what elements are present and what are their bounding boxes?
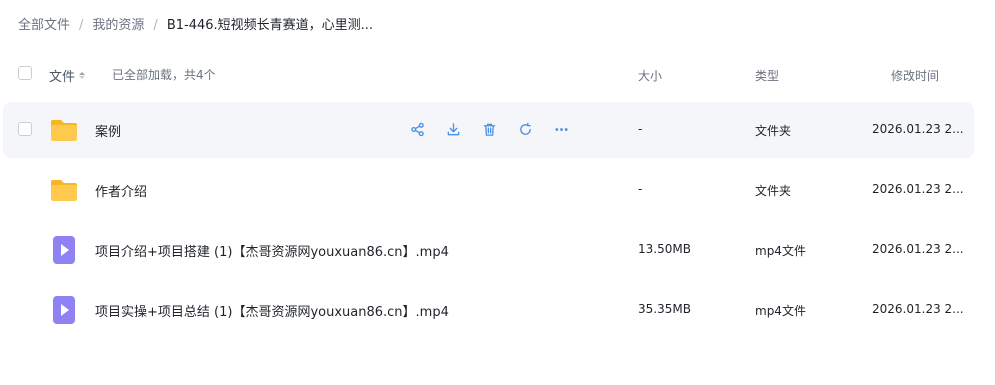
size-column-header: 大小 — [638, 69, 663, 83]
sort-by-name-button[interactable]: 文件 — [49, 66, 86, 85]
file-row-folder-author-intro[interactable]: 作者介绍 - 文件夹 2026.01.23 2... — [3, 162, 974, 218]
file-row-video-1[interactable]: 项目介绍+项目搭建 (1)【杰哥资源网youxuan86.cn】.mp4 13.… — [3, 222, 974, 278]
file-name[interactable]: 案例 — [95, 121, 121, 140]
breadcrumb-current-folder: B1-446.短视频长青赛道，心里测... — [166, 18, 374, 33]
breadcrumb-my-resources[interactable]: 我的资源 — [92, 17, 144, 35]
row-actions — [408, 120, 571, 139]
download-icon[interactable] — [444, 120, 463, 139]
video-file-icon — [48, 234, 80, 266]
trash-icon[interactable] — [480, 120, 499, 139]
file-row-video-2[interactable]: 项目实操+项目总结 (1)【杰哥资源网youxuan86.cn】.mp4 35.… — [3, 282, 974, 338]
modified-time: 2026.01.23 2... — [872, 242, 964, 256]
row-checkbox[interactable] — [18, 122, 32, 136]
file-name[interactable]: 项目实操+项目总结 (1)【杰哥资源网youxuan86.cn】.mp4 — [95, 301, 449, 320]
loaded-count-text: 已全部加载，共4个 — [112, 68, 216, 82]
share-icon[interactable] — [408, 120, 427, 139]
breadcrumb-separator: / — [153, 18, 158, 33]
type-column-header: 类型 — [755, 69, 780, 83]
file-row-folder-examples[interactable]: 案例 - 文件夹 2026.01.23 2... — [3, 102, 974, 158]
modified-time-column-header[interactable]: 修改时间 — [891, 67, 939, 84]
modified-time: 2026.01.23 2... — [872, 122, 964, 136]
breadcrumb-all-files[interactable]: 全部文件 — [18, 17, 70, 35]
modified-time: 2026.01.23 2... — [872, 302, 964, 316]
refresh-icon[interactable] — [516, 120, 535, 139]
file-size: 13.50MB — [638, 242, 691, 256]
file-type: 文件夹 — [755, 184, 792, 198]
file-size: - — [638, 182, 643, 196]
modified-time: 2026.01.23 2... — [872, 182, 964, 196]
file-type: mp4文件 — [755, 244, 806, 258]
video-file-icon — [48, 294, 80, 326]
file-size: - — [638, 122, 643, 136]
sort-arrows-icon — [79, 72, 86, 79]
folder-icon — [48, 174, 80, 206]
file-list-header: 文件 已全部加载，共4个 大小 类型 修改时间 — [0, 56, 995, 92]
more-icon[interactable] — [552, 120, 571, 139]
file-column-label: 文件 — [49, 70, 76, 85]
file-name[interactable]: 项目介绍+项目搭建 (1)【杰哥资源网youxuan86.cn】.mp4 — [95, 241, 449, 260]
folder-icon — [48, 114, 80, 146]
file-type: mp4文件 — [755, 304, 806, 318]
file-name[interactable]: 作者介绍 — [95, 181, 147, 200]
select-all-checkbox[interactable] — [18, 66, 32, 80]
file-size: 35.35MB — [638, 302, 691, 316]
breadcrumb-separator: / — [79, 18, 84, 33]
breadcrumb: 全部文件 / 我的资源 / B1-446.短视频长青赛道，心里测... — [18, 17, 373, 35]
file-type: 文件夹 — [755, 124, 792, 138]
